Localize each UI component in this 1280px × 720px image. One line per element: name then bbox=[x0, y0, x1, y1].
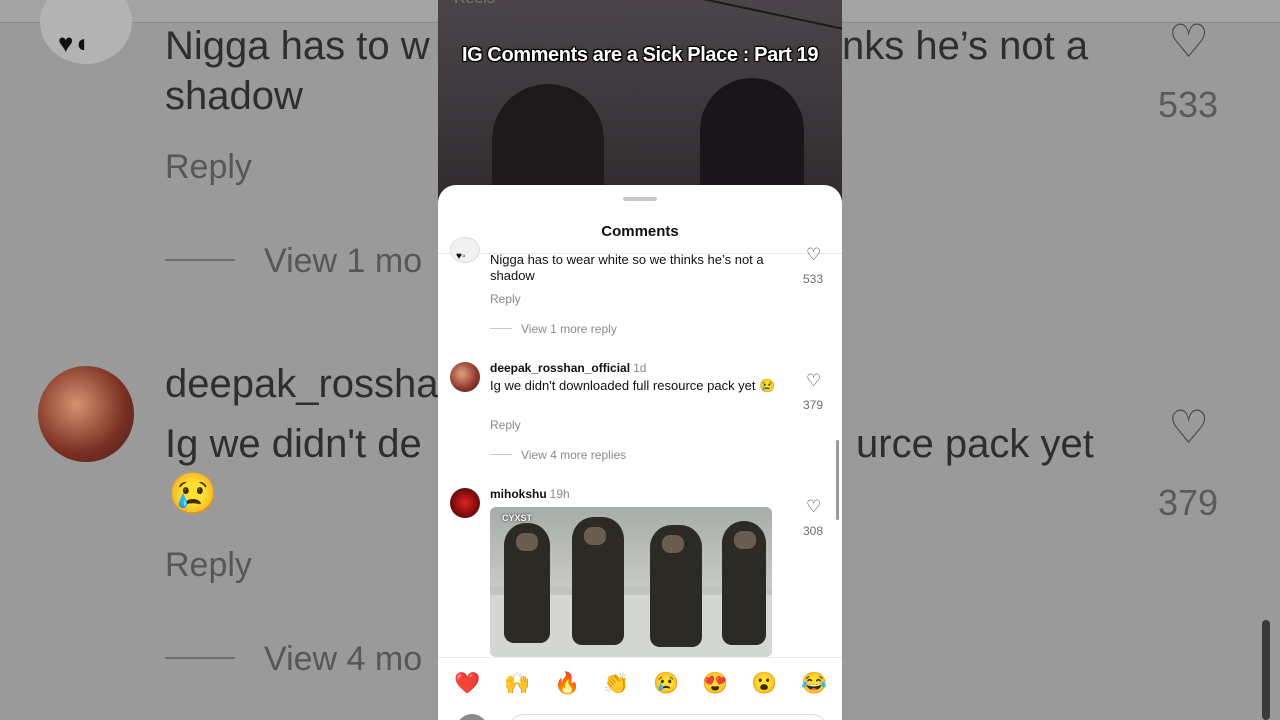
emoji-surprised-icon[interactable]: 😮 bbox=[751, 672, 777, 696]
comment-3-username[interactable]: mihokshu bbox=[490, 487, 547, 501]
reel-video[interactable]: Reels IG Comments are a Sick Place : Par… bbox=[438, 0, 842, 204]
emoji-crying-icon[interactable]: 😢 bbox=[653, 672, 679, 696]
background-comment-2-line1-right: urce pack yet bbox=[856, 422, 1094, 466]
background-heart-icon-2: ♡ bbox=[1168, 401, 1210, 453]
background-divider-2 bbox=[165, 657, 235, 659]
comment-input-field[interactable] bbox=[508, 714, 828, 720]
comment-1-text: Nigga has to wear white so we thinks he’… bbox=[490, 252, 764, 283]
comment-2-replies-line bbox=[490, 454, 512, 455]
comments-sheet: Comments ♥◦ Nigga has to wear white so w… bbox=[438, 185, 842, 720]
emoji-raised-hands-icon[interactable]: 🙌 bbox=[504, 672, 530, 696]
background-scrollbar bbox=[1262, 620, 1270, 720]
background-heart-icon-1: ♡ bbox=[1168, 15, 1210, 67]
comment-2-view-replies[interactable]: View 4 more replies bbox=[521, 448, 626, 462]
phone-screen: Reels IG Comments are a Sick Place : Par… bbox=[438, 0, 842, 720]
drag-handle[interactable] bbox=[623, 197, 657, 201]
video-line bbox=[617, 0, 842, 32]
my-avatar bbox=[456, 714, 488, 720]
chimp-face bbox=[734, 531, 756, 549]
emoji-fire-icon[interactable]: 🔥 bbox=[554, 672, 580, 696]
chimp-face bbox=[662, 535, 684, 553]
gif-watermark: CYXST bbox=[502, 513, 533, 523]
background-comment-1-line2: shadow bbox=[165, 74, 303, 118]
comment-2-avatar[interactable] bbox=[450, 362, 480, 392]
comment-2-text: Ig we didn't downloaded full resource pa… bbox=[490, 378, 776, 393]
comment-2-like-count: 379 bbox=[803, 398, 824, 412]
chimp-face bbox=[584, 527, 606, 545]
background-comment-2-user: deepak_rossha bbox=[165, 362, 439, 406]
comment-3-header: mihokshu 19h bbox=[490, 486, 570, 501]
background-comment-1-line1: Nigga has to w bbox=[165, 24, 430, 68]
comment-2-reply-button[interactable]: Reply bbox=[490, 418, 521, 432]
background-avatar-2 bbox=[38, 366, 134, 462]
background-likes-1: 533 bbox=[1158, 84, 1219, 125]
comment-3-time: 19h bbox=[549, 487, 570, 501]
background-heart-toggle-icon: ♥◖ bbox=[58, 28, 90, 58]
comment-3-like-count: 308 bbox=[803, 524, 824, 538]
chimp-1 bbox=[504, 523, 550, 643]
comment-2-like-icon[interactable]: ♡ bbox=[806, 371, 821, 391]
video-title-caption: IG Comments are a Sick Place : Part 19 bbox=[461, 44, 819, 66]
emoji-heart-eyes-icon[interactable]: 😍 bbox=[702, 672, 728, 696]
comments-scrollbar[interactable] bbox=[836, 440, 839, 520]
chimp-3 bbox=[650, 525, 702, 647]
reel-status-text: Reels bbox=[454, 0, 495, 8]
background-view-replies-1: View 1 mo bbox=[264, 242, 423, 280]
comment-3-like-icon[interactable]: ♡ bbox=[806, 497, 821, 517]
comment-2-time: 1d bbox=[633, 361, 647, 375]
chimp-2 bbox=[572, 517, 624, 645]
heart-toggle-icon: ♥◦ bbox=[456, 251, 466, 262]
background-divider-1 bbox=[165, 259, 235, 261]
background-likes-2: 379 bbox=[1158, 482, 1219, 523]
comment-3-gif[interactable]: CYXST bbox=[490, 507, 772, 657]
background-comment-2-line1: Ig we didn't de bbox=[165, 422, 422, 466]
comment-input-bar bbox=[438, 709, 842, 720]
emoji-quick-bar: ❤️ 🙌 🔥 👏 😢 😍 😮 😂 bbox=[438, 657, 842, 710]
background-crying-emoji: 😢 bbox=[168, 472, 218, 516]
chimp-4 bbox=[722, 521, 766, 645]
background-comment-1-line1-right: nks he’s not a bbox=[842, 24, 1089, 68]
comments-title: Comments bbox=[601, 223, 679, 240]
background-reply-1: Reply bbox=[165, 148, 252, 186]
comment-1-view-replies[interactable]: View 1 more reply bbox=[521, 322, 617, 336]
emoji-heart-icon[interactable]: ❤️ bbox=[454, 672, 480, 696]
comment-2-header: deepak_rosshan_official 1d bbox=[490, 360, 646, 375]
comment-1-reply-button[interactable]: Reply bbox=[490, 292, 521, 306]
comment-1-like-icon[interactable]: ♡ bbox=[806, 245, 821, 265]
comment-1-replies-line bbox=[490, 328, 512, 329]
comment-1-like-count: 533 bbox=[803, 272, 824, 286]
background-reply-2: Reply bbox=[165, 546, 252, 584]
chimp-face bbox=[516, 533, 538, 551]
comment-2-username[interactable]: deepak_rosshan_official bbox=[490, 361, 630, 375]
emoji-clap-icon[interactable]: 👏 bbox=[603, 672, 629, 696]
background-view-replies-2: View 4 mo bbox=[264, 640, 423, 678]
comment-3-avatar[interactable] bbox=[450, 488, 480, 518]
emoji-laughing-icon[interactable]: 😂 bbox=[801, 672, 827, 696]
